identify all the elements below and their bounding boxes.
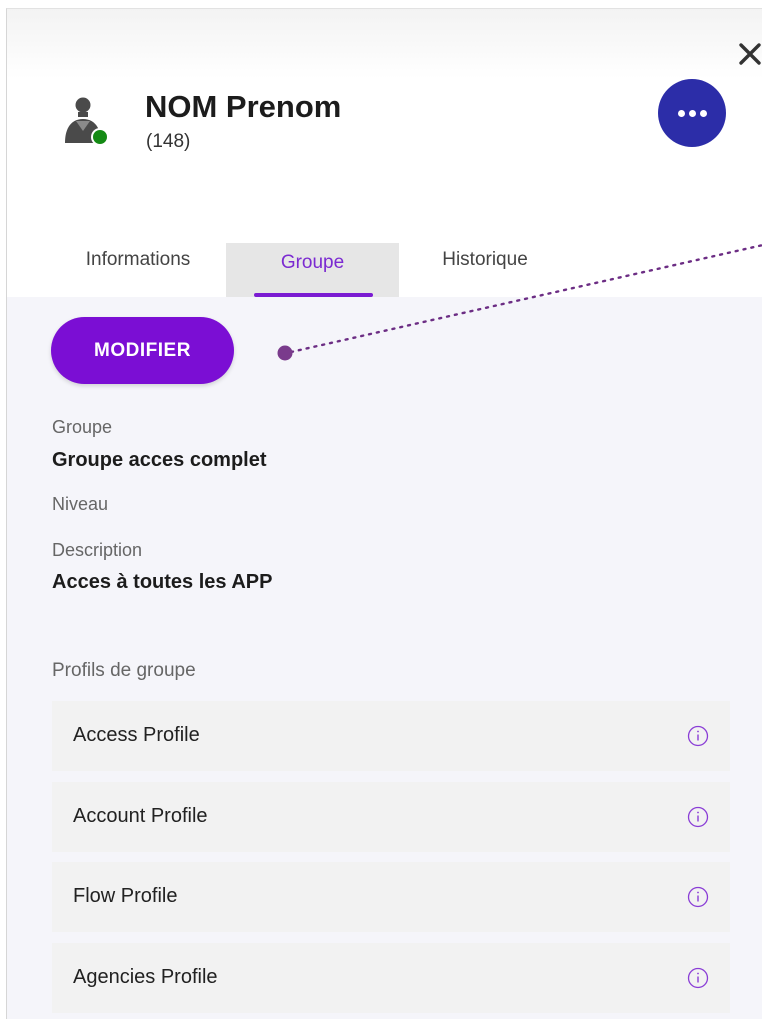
profile-item-agencies[interactable]: Agencies Profile xyxy=(52,943,730,1013)
profile-item-flow[interactable]: Flow Profile xyxy=(52,862,730,932)
tab-label: Groupe xyxy=(280,252,345,273)
tab-informations[interactable]: Informations xyxy=(67,243,209,297)
profile-label: Flow Profile xyxy=(73,885,178,907)
profile-item-account[interactable]: Account Profile xyxy=(52,782,730,852)
info-icon[interactable] xyxy=(687,886,709,908)
tab-label: Historique xyxy=(442,249,528,270)
active-tab-indicator xyxy=(254,293,373,297)
group-value: Groupe acces complet xyxy=(52,449,267,471)
tab-label: Informations xyxy=(85,249,191,270)
more-horizontal-icon xyxy=(677,109,685,117)
tab-historique[interactable]: Historique xyxy=(405,243,565,297)
user-id: (148) xyxy=(146,131,191,152)
profiles-section-title: Profils de groupe xyxy=(52,660,196,681)
avatar xyxy=(65,97,109,146)
user-name: NOM Prenom xyxy=(145,89,342,124)
info-icon[interactable] xyxy=(687,806,709,828)
profile-label: Account Profile xyxy=(73,805,208,827)
close-icon[interactable] xyxy=(737,41,762,69)
profile-label: Agencies Profile xyxy=(73,966,218,988)
group-detail-panel: NOM Prenom (148) Informations Groupe His… xyxy=(6,8,762,1019)
level-label: Niveau xyxy=(52,494,109,514)
info-icon[interactable] xyxy=(687,725,709,747)
profile-item-access[interactable]: Access Profile xyxy=(52,701,730,771)
group-label: Groupe xyxy=(52,417,113,437)
info-icon[interactable] xyxy=(687,967,709,989)
modify-button[interactable]: MODIFIER xyxy=(51,317,234,384)
tab-groupe[interactable]: Groupe xyxy=(226,243,399,297)
profile-label: Access Profile xyxy=(73,724,200,746)
description-label: Description xyxy=(52,540,143,560)
description-value: Acces à toutes les APP xyxy=(52,571,273,593)
more-options-button[interactable] xyxy=(658,79,726,147)
